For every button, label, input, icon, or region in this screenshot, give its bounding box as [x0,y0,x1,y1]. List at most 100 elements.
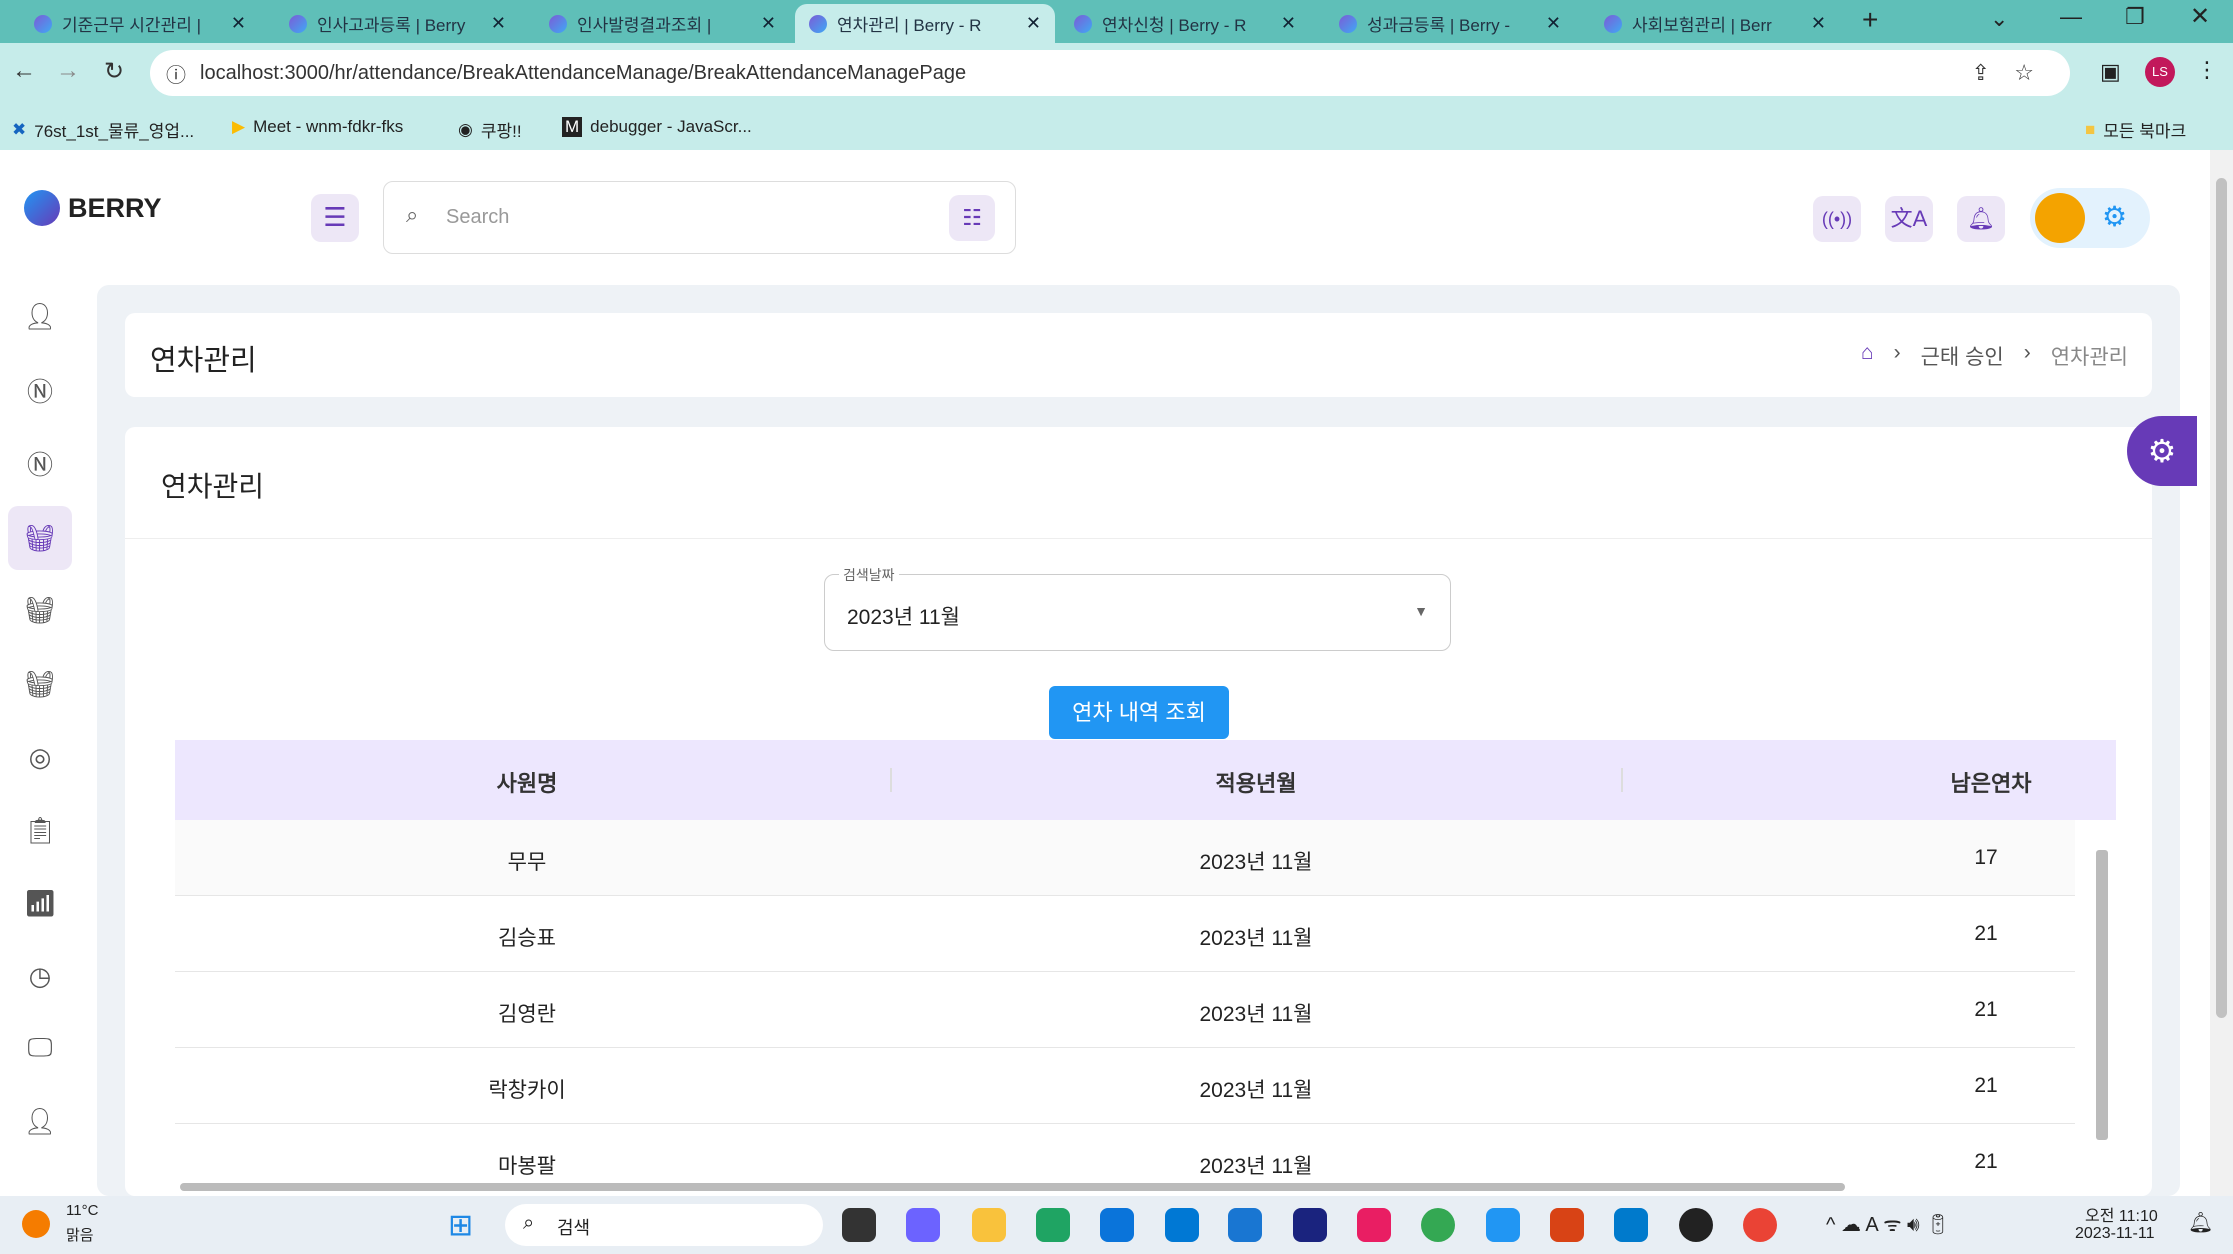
sidebar-notion-icon[interactable]: Ⓝ [22,445,58,481]
app-icon[interactable] [1486,1208,1520,1242]
table-row[interactable]: 무무 2023년 11월 17 [175,820,2075,896]
back-icon[interactable]: ← [12,57,36,85]
app-icon[interactable] [1100,1208,1134,1242]
sidebar-presentation-icon[interactable]: 🖵 [22,1030,58,1066]
close-window-button[interactable]: ✕ [2190,2,2210,31]
sidebar-chart-icon[interactable]: 📶︎ [22,885,58,921]
search-input[interactable]: ⌕ Search ☷ [383,181,1016,254]
share-icon[interactable]: ⇪ [1972,60,1990,86]
new-tab-button[interactable]: + [1862,4,1878,36]
file-explorer-icon[interactable] [972,1208,1006,1242]
sidebar-user-check-icon[interactable]: 👤︎ [22,1103,58,1139]
table-row[interactable]: 락창카이 2023년 11월 21 [175,1048,2075,1124]
page-scrollbar[interactable] [2210,150,2233,1196]
close-icon[interactable]: ✕ [1811,13,1826,34]
chrome-icon[interactable] [1743,1208,1777,1242]
live-icon[interactable]: ((•)) [1813,196,1861,242]
table-vertical-scrollbar[interactable] [2096,838,2108,1178]
bookmark-item[interactable]: Mdebugger - JavaScr... [562,117,752,137]
table-cell: 17 [1974,846,1998,869]
browser-tab[interactable]: 성과금등록 | Berry - ✕ [1325,4,1575,43]
table-cell: 2023년 11월 [1199,927,1313,950]
url-input[interactable]: ⓘ localhost:3000/hr/attendance/BreakAtten… [150,50,2070,96]
table-horizontal-scrollbar[interactable] [180,1183,1845,1191]
sidebar-basket-icon-active[interactable]: 🧺︎ [8,506,72,570]
search-leave-button[interactable]: 연차 내역 조회 [1049,686,1229,739]
table-header: 사원명 적용년월 남은연차 [175,740,2116,820]
profile-avatar[interactable]: LS [2145,57,2175,87]
menu-toggle-button[interactable]: ☰ [311,194,359,242]
close-icon[interactable]: ✕ [1546,13,1561,34]
berry-logo-icon [24,190,60,226]
breadcrumb-item[interactable]: 근태 승인 [1921,341,2004,371]
favicon-icon [1339,14,1357,33]
close-icon[interactable]: ✕ [1026,13,1041,34]
sidebar-user-check-icon[interactable]: 👤︎ [22,298,58,334]
edge-icon[interactable] [1036,1208,1070,1242]
bookmark-item[interactable]: ✖ 76st_1st_물류_영업... [12,117,194,142]
chrome-icon[interactable] [1421,1208,1455,1242]
notification-icon[interactable]: 🔔︎ [2188,1210,2213,1235]
sidebar-compass-icon[interactable]: ◷ [22,958,58,994]
bookmark-item[interactable]: ◉ 쿠팡!! [458,117,522,142]
notification-bell-icon[interactable]: 🔔︎ [1957,196,2005,242]
table-cell: 21 [1974,998,1998,1021]
sidebar-basket-icon[interactable]: 🧺︎ [22,666,58,702]
sidepanel-icon[interactable]: ▣ [2100,59,2121,85]
sidebar-clipboard-icon[interactable]: 📋︎ [22,812,58,848]
table-cell: 김영란 [498,1003,556,1026]
translate-icon[interactable]: 文A [1885,196,1933,242]
minimize-button[interactable]: — [2060,4,2082,30]
column-header[interactable]: 사원명 [497,766,558,798]
column-header[interactable]: 남은연차 [1951,766,2032,798]
maximize-button[interactable]: ❐ [2125,4,2145,30]
gear-icon: ⚙ [2102,201,2128,232]
table-row[interactable]: 김승표 2023년 11월 21 [175,896,2075,972]
profile-chip[interactable]: ⚙ [2030,188,2150,248]
bookmark-item[interactable]: ▶ Meet - wnm-fdkr-fks [232,117,403,137]
close-icon[interactable]: ✕ [491,13,506,34]
menu-icon[interactable]: ⋮ [2196,57,2218,83]
date-select[interactable]: 검색날짜 2023년 11월 ▼ [824,565,1451,651]
x-icon[interactable] [1293,1208,1327,1242]
home-icon[interactable]: ⌂ [1861,341,1874,371]
bookmark-star-icon[interactable]: ☆ [2014,60,2034,86]
chat-icon[interactable] [906,1208,940,1242]
bookmark-icon: ✖ [12,119,27,139]
sidebar-basket-icon[interactable]: 🧺︎ [22,592,58,628]
address-bar-row: ← → ↻ ⓘ localhost:3000/hr/attendance/Brea… [0,43,2233,107]
system-tray-icons[interactable]: ^ ☁ A ᯤ 🔊︎ 🔋︎ [1826,1210,1951,1237]
table-cell: 2023년 11월 [1199,851,1313,874]
browser-tab[interactable]: 인사고과등록 | Berry ✕ [275,4,520,43]
powerpoint-icon[interactable] [1550,1208,1584,1242]
browser-tab-active[interactable]: 연차관리 | Berry - R ✕ [795,4,1055,43]
intellij-icon[interactable] [1357,1208,1391,1242]
media-player-icon[interactable] [1679,1208,1713,1242]
close-icon[interactable]: ✕ [1281,13,1296,34]
reload-icon[interactable]: ↻ [104,57,124,86]
sidebar-target-icon[interactable]: ◎ [22,739,58,775]
app-icon[interactable] [1228,1208,1262,1242]
favicon-icon [1074,14,1092,33]
close-icon[interactable]: ✕ [231,13,246,34]
tab-search-icon[interactable]: ⌄ [1990,6,2008,32]
store-icon[interactable] [1165,1208,1199,1242]
filter-settings-icon[interactable]: ☷ [949,195,995,241]
forward-icon[interactable]: → [56,57,80,85]
windows-start-icon[interactable]: ⊞ [448,1208,473,1243]
page-header-card: 연차관리 ⌂ › 근태 승인 › 연차관리 [125,313,2152,397]
browser-tab[interactable]: 기준근무 시간관리 | ✕ [20,4,260,43]
close-icon[interactable]: ✕ [761,13,776,34]
taskbar-search[interactable]: ⌕ 검색 [505,1204,823,1246]
table-cell: 2023년 11월 [1199,1003,1313,1026]
sidebar-notion-icon[interactable]: Ⓝ [22,372,58,408]
task-view-icon[interactable] [842,1208,876,1242]
browser-tab[interactable]: 연차신청 | Berry - R ✕ [1060,4,1310,43]
table-row[interactable]: 김영란 2023년 11월 21 [175,972,2075,1048]
browser-tab[interactable]: 인사발령결과조회 | ✕ [535,4,790,43]
customize-settings-button[interactable]: ⚙ [2127,416,2197,486]
vscode-icon[interactable] [1614,1208,1648,1242]
column-header[interactable]: 적용년월 [1216,766,1297,798]
all-bookmarks[interactable]: ■ 모든 북마크 [2085,117,2186,142]
browser-tab[interactable]: 사회보험관리 | Berr ✕ [1590,4,1840,43]
